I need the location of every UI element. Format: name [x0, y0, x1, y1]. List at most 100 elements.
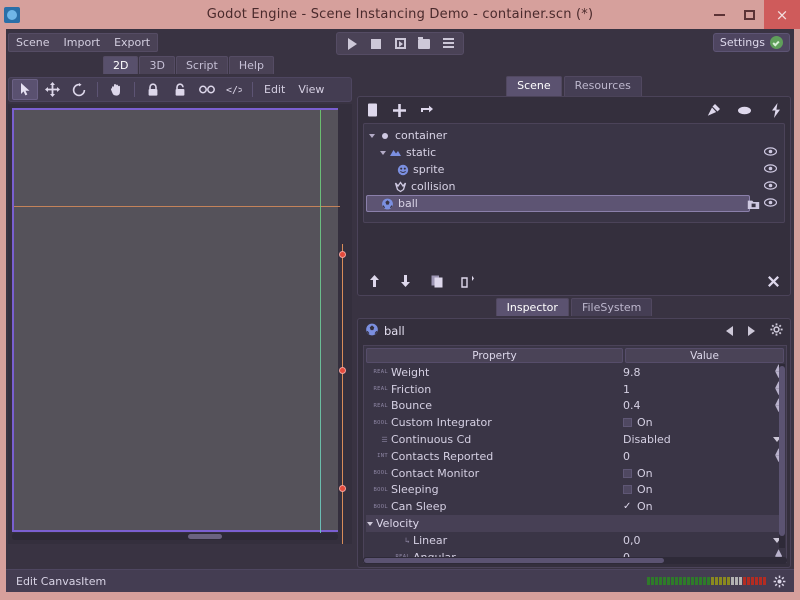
settings-button[interactable]: Settings — [712, 33, 790, 52]
property-value-cell[interactable]: 9.8 ▲▼ — [623, 364, 784, 380]
checkbox-checked-icon[interactable]: ✓ — [623, 502, 632, 512]
duplicate-icon[interactable] — [428, 273, 445, 290]
play-scene-button[interactable] — [389, 34, 411, 53]
script-lightning-icon[interactable] — [767, 102, 784, 119]
tab-inspector[interactable]: Inspector — [495, 298, 569, 316]
property-row-friction[interactable]: REAL Friction 1 ▲▼ — [366, 381, 784, 398]
tree-item-container[interactable]: container — [364, 127, 784, 144]
select-cursor-icon[interactable] — [12, 79, 38, 100]
new-scene-icon[interactable] — [364, 102, 381, 119]
property-value-cell[interactable]: 0.4 ▲▼ — [623, 397, 784, 413]
expand-arrow-icon[interactable] — [369, 133, 375, 138]
inspector-hscrollbar[interactable] — [363, 557, 787, 564]
meter-bar — [687, 577, 690, 585]
gear-icon[interactable] — [770, 323, 783, 339]
tab-resources[interactable]: Resources — [563, 76, 642, 96]
viewport-hscroll-thumb[interactable] — [188, 534, 222, 539]
arrow-right-icon[interactable] — [748, 326, 755, 336]
menu-import[interactable]: Import — [57, 34, 108, 51]
property-row-sleeping[interactable]: BOOL Sleeping On — [366, 482, 784, 499]
move-up-icon[interactable] — [366, 273, 383, 290]
property-value-cell[interactable]: On — [623, 483, 784, 496]
stop-button[interactable] — [365, 34, 387, 53]
groups-icon[interactable] — [736, 102, 753, 119]
tree-item-sprite[interactable]: sprite — [364, 161, 784, 178]
checkbox-unchecked-icon[interactable] — [623, 485, 632, 495]
connect-signal-icon[interactable] — [705, 102, 722, 119]
property-row-contact-monitor[interactable]: BOOL Contact Monitor On — [366, 465, 784, 482]
arrow-left-icon[interactable] — [726, 326, 733, 336]
scene-tree[interactable]: container static sprite collision ball — [363, 123, 785, 223]
pan-hand-icon[interactable] — [103, 79, 129, 100]
menu-export[interactable]: Export — [107, 34, 157, 51]
tree-item-ball[interactable]: ball — [364, 195, 784, 212]
property-value-cell[interactable]: On — [623, 467, 784, 480]
property-row-contacts-reported[interactable]: INT Contacts Reported 0 ▲▼ — [366, 448, 784, 465]
property-row-weight[interactable]: REAL Weight 9.8 ▲▼ — [366, 364, 784, 381]
node-handle-mid[interactable] — [339, 367, 346, 374]
viewport-edit-menu[interactable]: Edit — [258, 83, 291, 96]
close-button[interactable]: × — [764, 0, 800, 29]
tab-help[interactable]: Help — [228, 56, 274, 74]
viewport-view-menu[interactable]: View — [292, 83, 330, 96]
viewport-canvas-area[interactable] — [8, 104, 352, 544]
visibility-eye-icon[interactable] — [763, 197, 778, 210]
tab-script[interactable]: Script — [175, 56, 228, 74]
node-handle-bottom[interactable] — [339, 485, 346, 492]
meter-bar — [655, 577, 658, 585]
inspector-hscroll-thumb[interactable] — [364, 558, 664, 563]
move-icon[interactable] — [39, 79, 65, 100]
visibility-eye-icon[interactable] — [763, 180, 778, 193]
add-node-icon[interactable] — [391, 102, 408, 119]
column-header-value[interactable]: Value — [625, 348, 784, 363]
tree-item-collision[interactable]: collision — [364, 178, 784, 195]
vertical-guide — [320, 110, 321, 534]
tab-3d[interactable]: 3D — [139, 56, 175, 74]
group-link-icon[interactable] — [194, 79, 220, 100]
rotate-icon[interactable] — [66, 79, 92, 100]
close-x-icon[interactable] — [765, 273, 782, 290]
visibility-eye-icon[interactable] — [763, 146, 778, 159]
lock-icon[interactable] — [140, 79, 166, 100]
reparent-icon[interactable] — [459, 273, 476, 290]
maximize-button[interactable] — [734, 0, 764, 29]
scene-list-button[interactable] — [437, 34, 459, 53]
column-header-property[interactable]: Property — [366, 348, 623, 363]
checkbox-unchecked-icon[interactable] — [623, 468, 632, 478]
play-custom-scene-button[interactable] — [413, 34, 435, 53]
expand-arrow-icon[interactable] — [380, 150, 386, 155]
minimize-button[interactable] — [704, 0, 734, 29]
tab-2d[interactable]: 2D — [103, 56, 139, 74]
property-value-cell[interactable]: Disabled — [623, 433, 784, 446]
property-value-cell[interactable]: ✓ On — [623, 500, 784, 513]
menu-scene[interactable]: Scene — [9, 34, 57, 51]
checkbox-unchecked-icon[interactable] — [623, 418, 632, 428]
viewport-hscrollbar[interactable] — [12, 533, 338, 540]
property-value-cell[interactable]: 0 ▲▼ — [623, 448, 784, 464]
property-value-cell[interactable]: 1 ▲▼ — [623, 381, 784, 397]
property-group-velocity[interactable]: Velocity — [366, 515, 784, 532]
open-scene-icon[interactable] — [747, 198, 760, 210]
property-row-linear[interactable]: ↳ Linear 0,0 — [366, 532, 784, 549]
node-handle-top[interactable] — [339, 251, 346, 258]
property-row-continuous-cd[interactable]: ☰ Continuous Cd Disabled — [366, 431, 784, 448]
tree-item-static[interactable]: static — [364, 144, 784, 161]
property-row-bounce[interactable]: REAL Bounce 0.4 ▲▼ — [366, 397, 784, 415]
property-name-cell: REAL Weight — [366, 366, 623, 379]
expand-arrow-icon[interactable] — [367, 521, 373, 526]
instance-scene-icon[interactable] — [418, 102, 435, 119]
property-row-can-sleep[interactable]: BOOL Can Sleep ✓ On — [366, 498, 784, 515]
inspector-vscrollbar[interactable] — [779, 364, 785, 548]
tab-scene[interactable]: Scene — [506, 76, 562, 96]
inspector-vscroll-thumb[interactable] — [779, 366, 785, 536]
unlock-icon[interactable] — [167, 79, 193, 100]
visibility-eye-icon[interactable] — [763, 163, 778, 176]
settings-gear-icon[interactable] — [773, 575, 786, 588]
play-button[interactable] — [341, 34, 363, 53]
property-row-custom-integrator[interactable]: BOOL Custom Integrator On — [366, 414, 784, 431]
move-down-icon[interactable] — [397, 273, 414, 290]
ungroup-icon[interactable]: </> — [221, 79, 247, 100]
tab-filesystem[interactable]: FileSystem — [570, 298, 653, 316]
property-value-cell[interactable]: On — [623, 416, 784, 429]
property-value-cell[interactable]: 0,0 — [623, 534, 784, 547]
